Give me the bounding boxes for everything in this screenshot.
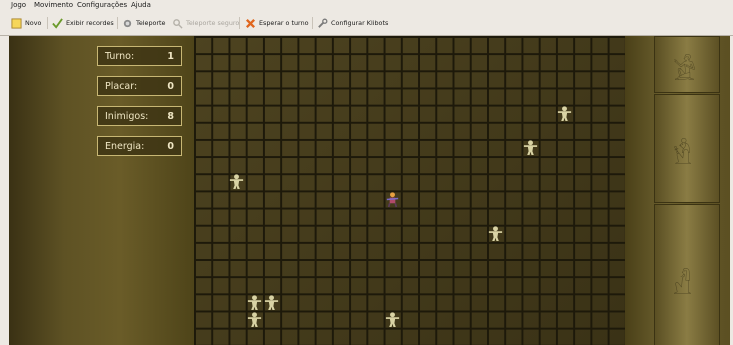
- hieroglyph-panel: 𓁛: [654, 94, 720, 203]
- turn-value: 1: [167, 51, 174, 62]
- mummy-enemy-icon: [246, 311, 263, 328]
- safe-teleport-label: Teleporte seguro: [186, 19, 240, 27]
- hieroglyph-panel: 𓀀: [654, 36, 720, 93]
- wait-turn-button[interactable]: Esperar o turno: [245, 17, 309, 29]
- enemies-label: Inimigos:: [105, 111, 149, 122]
- hieroglyph-icon: 𓁛: [673, 141, 692, 171]
- checkmark-icon: [52, 17, 63, 29]
- score-panel: Placar: 0: [97, 76, 182, 96]
- game-area: 𓀀 𓁛 𓀭 Turno: 1 Placar: 0 Inimigos: 8 Ene…: [9, 36, 730, 345]
- teleport-icon: [123, 19, 132, 27]
- teleport-button[interactable]: Teleporte: [122, 17, 166, 29]
- toolbar: Novo Exibir recordes Teleporte Teleporte…: [0, 10, 733, 36]
- menu-bar: Jogo Movimento Configurações Ajuda: [0, 0, 733, 10]
- menu-configuracoes[interactable]: Configurações: [77, 1, 127, 9]
- configure-button[interactable]: Configurar Klibots: [317, 17, 388, 29]
- toolbar-separator: [117, 17, 118, 29]
- mummy-enemy-icon: [246, 294, 263, 311]
- game-board[interactable]: [194, 36, 625, 345]
- enemies-value: 8: [167, 111, 174, 122]
- mummy-enemy-icon: [556, 105, 573, 122]
- mummy-enemy-icon: [384, 311, 401, 328]
- score-label: Placar:: [105, 81, 138, 92]
- hieroglyph-icon: 𓀭: [673, 271, 692, 301]
- new-game-button[interactable]: Novo: [11, 17, 41, 29]
- toolbar-separator: [312, 17, 313, 29]
- configure-label: Configurar Klibots: [331, 19, 389, 27]
- score-value: 0: [167, 81, 174, 92]
- menu-movimento[interactable]: Movimento: [34, 1, 73, 9]
- safe-teleport-button[interactable]: Teleporte seguro: [172, 17, 239, 29]
- new-game-label: Novo: [25, 19, 42, 27]
- enemies-panel: Inimigos: 8: [97, 106, 182, 126]
- new-document-icon: [11, 17, 22, 29]
- right-wall-decoration: 𓀀 𓁛 𓀭: [625, 36, 730, 345]
- energy-label: Energia:: [105, 141, 145, 152]
- hieroglyph-panel: 𓀭: [654, 204, 720, 345]
- wrench-icon: [318, 18, 328, 28]
- mummy-enemy-icon: [522, 139, 539, 156]
- player-icon: [384, 191, 401, 208]
- show-scores-button[interactable]: Exibir recordes: [52, 17, 114, 29]
- menu-ajuda[interactable]: Ajuda: [131, 1, 151, 9]
- mummy-enemy-icon: [487, 225, 504, 242]
- turn-label: Turno:: [105, 51, 135, 62]
- energy-value: 0: [167, 141, 174, 152]
- show-scores-label: Exibir recordes: [66, 19, 114, 27]
- menu-jogo[interactable]: Jogo: [11, 1, 26, 9]
- mummy-enemy-icon: [263, 294, 280, 311]
- wait-turn-label: Esperar o turno: [259, 19, 309, 27]
- toolbar-separator: [47, 17, 48, 29]
- hieroglyph-icon: 𓀀: [673, 57, 697, 87]
- wait-icon: [245, 18, 256, 28]
- teleport-label: Teleporte: [136, 19, 166, 27]
- magnifier-icon: [173, 18, 183, 29]
- energy-panel: Energia: 0: [97, 136, 182, 156]
- mummy-enemy-icon: [228, 173, 245, 190]
- toolbar-separator: [239, 17, 240, 29]
- turn-panel: Turno: 1: [97, 46, 182, 66]
